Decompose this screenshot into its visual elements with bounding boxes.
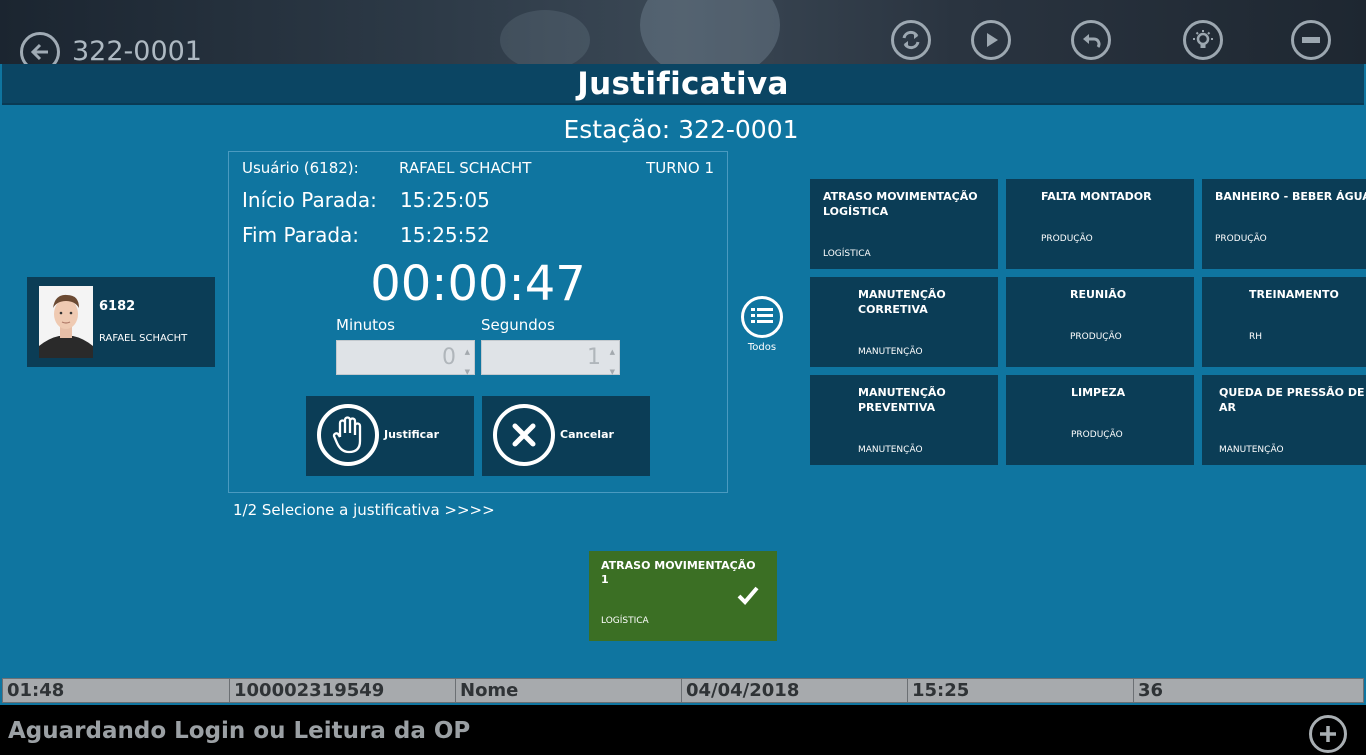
- show-all-label: Todos: [747, 342, 777, 353]
- reason-category: PRODUÇÃO: [1071, 430, 1123, 440]
- reason-tile[interactable]: REUNIÃO PRODUÇÃO: [1006, 277, 1194, 367]
- minutes-value: 0: [442, 345, 456, 370]
- selected-reason-title: ATRASO MOVIMENTAÇÃO: [601, 559, 756, 572]
- lightbulb-icon: [1193, 30, 1213, 48]
- seconds-input[interactable]: 1 ▲ ▼: [481, 340, 620, 377]
- reason-tile[interactable]: TREINAMENTO RH: [1202, 277, 1366, 367]
- seconds-label: Segundos: [481, 316, 555, 334]
- reason-category: LOGÍSTICA: [823, 249, 871, 259]
- seconds-spinner[interactable]: ▲ ▼: [610, 347, 615, 377]
- minus-icon: [1302, 37, 1320, 43]
- selected-reason-text: ATRASO MOVIMENTAÇÃO 1: [601, 559, 756, 587]
- user-label: Usuário (6182):: [242, 159, 359, 177]
- status-bar: Aguardando Login ou Leitura da OP: [0, 705, 1366, 755]
- check-icon: [737, 585, 759, 609]
- reason-category: MANUTENÇÃO: [1219, 445, 1284, 455]
- minutes-spinner[interactable]: ▲ ▼: [465, 347, 470, 377]
- reason-title: QUEDA DE PRESSÃO DE AR: [1219, 386, 1365, 414]
- undo-icon: [1083, 34, 1101, 48]
- operator-id: 6182: [99, 299, 136, 314]
- minutes-input[interactable]: 0 ▲ ▼: [336, 340, 475, 377]
- info-time: 15:25: [907, 679, 969, 702]
- stop-panel: Usuário (6182): RAFAEL SCHACHT TURNO 1 I…: [228, 151, 728, 493]
- reason-category: PRODUÇÃO: [1041, 234, 1093, 244]
- selection-status: 1/2 Selecione a justificativa >>>>: [233, 501, 495, 519]
- list-icon: [741, 296, 783, 338]
- reason-title: LIMPEZA: [1071, 386, 1126, 399]
- undo-button[interactable]: [1071, 20, 1111, 60]
- add-button[interactable]: [1309, 715, 1347, 753]
- info-date: 04/04/2018: [681, 679, 799, 702]
- operator-name: RAFAEL SCHACHT: [99, 333, 188, 344]
- info-order-number: 100002319549: [229, 679, 384, 702]
- minimize-button[interactable]: [1291, 20, 1331, 60]
- station-title: Estação: 322-0001: [563, 115, 799, 144]
- status-message: Aguardando Login ou Leitura da OP: [8, 718, 471, 744]
- top-toolbar: 322-0001: [0, 0, 1366, 64]
- cancel-button[interactable]: Cancelar: [482, 396, 650, 476]
- reason-title: MANUTENÇÃO CORRETIVA: [858, 288, 946, 316]
- reason-title: TREINAMENTO: [1249, 288, 1339, 301]
- stop-end-value: 15:25:52: [400, 223, 490, 247]
- stop-start-label: Início Parada:: [242, 188, 377, 212]
- reason-title: MANUTENÇÃO PREVENTIVA: [858, 386, 946, 414]
- reason-tile[interactable]: QUEDA DE PRESSÃO DE AR MANUTENÇÃO: [1202, 375, 1366, 465]
- background-decoration: [500, 10, 590, 64]
- reason-category: PRODUÇÃO: [1215, 234, 1267, 244]
- info-time-elapsed: 01:48: [7, 680, 65, 701]
- stop-duration-timer: 00:00:47: [370, 256, 586, 312]
- selected-reason-category: LOGÍSTICA: [601, 616, 649, 626]
- reason-title: REUNIÃO: [1070, 288, 1127, 301]
- back-arrow-icon: [30, 43, 48, 61]
- show-all-button[interactable]: Todos: [740, 296, 784, 356]
- stop-end-label: Fim Parada:: [242, 223, 360, 247]
- reason-category: MANUTENÇÃO: [858, 347, 923, 357]
- play-icon: [987, 33, 998, 47]
- reason-title: BANHEIRO - BEBER ÁGUA: [1215, 190, 1366, 203]
- info-count: 36: [1133, 679, 1163, 702]
- plus-icon: [1320, 726, 1336, 742]
- justify-label: Justificar: [384, 428, 440, 441]
- minutes-label: Minutos: [336, 316, 395, 334]
- reason-tile[interactable]: LIMPEZA PRODUÇÃO: [1006, 375, 1194, 465]
- hand-icon: [317, 404, 379, 466]
- operator-photo: [39, 286, 93, 358]
- reason-title: ATRASO MOVIMENTAÇÃO LOGÍSTICA: [823, 190, 978, 218]
- reason-title: FALTA MONTADOR: [1041, 190, 1152, 203]
- play-button[interactable]: [971, 20, 1011, 60]
- seconds-value: 1: [587, 345, 601, 370]
- reason-category: RH: [1249, 332, 1263, 342]
- reason-tile[interactable]: BANHEIRO - BEBER ÁGUA PRODUÇÃO: [1202, 179, 1366, 269]
- reason-tile[interactable]: MANUTENÇÃO CORRETIVA MANUTENÇÃO: [810, 277, 998, 367]
- info-bar: 01:48 100002319549 Nome 04/04/2018 15:25…: [2, 678, 1364, 703]
- back-button[interactable]: [20, 32, 60, 64]
- reason-category: MANUTENÇÃO: [858, 445, 923, 455]
- avatar-image: [39, 286, 93, 358]
- page-title: Justificativa: [577, 65, 789, 102]
- background-decoration: [640, 0, 780, 64]
- info-name: Nome: [455, 679, 518, 702]
- user-name: RAFAEL SCHACHT: [399, 159, 532, 177]
- cancel-label: Cancelar: [560, 428, 614, 441]
- justify-button[interactable]: Justificar: [306, 396, 474, 476]
- station-code: 322-0001: [72, 36, 202, 64]
- light-button[interactable]: [1183, 20, 1223, 60]
- close-icon: [493, 404, 555, 466]
- operator-card[interactable]: 6182 RAFAEL SCHACHT: [27, 277, 215, 367]
- selected-reason-tile[interactable]: ATRASO MOVIMENTAÇÃO 1 LOGÍSTICA: [589, 551, 777, 641]
- sync-icon: [902, 30, 920, 50]
- reason-tile[interactable]: FALTA MONTADOR PRODUÇÃO: [1006, 179, 1194, 269]
- reason-tile[interactable]: MANUTENÇÃO PREVENTIVA MANUTENÇÃO: [810, 375, 998, 465]
- selected-reason-count: 1: [601, 573, 609, 586]
- page-header: Justificativa: [2, 64, 1364, 105]
- reason-tile[interactable]: ATRASO MOVIMENTAÇÃO LOGÍSTICA LOGÍSTICA: [810, 179, 998, 269]
- stop-start-value: 15:25:05: [400, 188, 490, 212]
- sync-button[interactable]: [891, 20, 931, 60]
- reason-category: PRODUÇÃO: [1070, 332, 1122, 342]
- shift-label: TURNO 1: [646, 159, 714, 177]
